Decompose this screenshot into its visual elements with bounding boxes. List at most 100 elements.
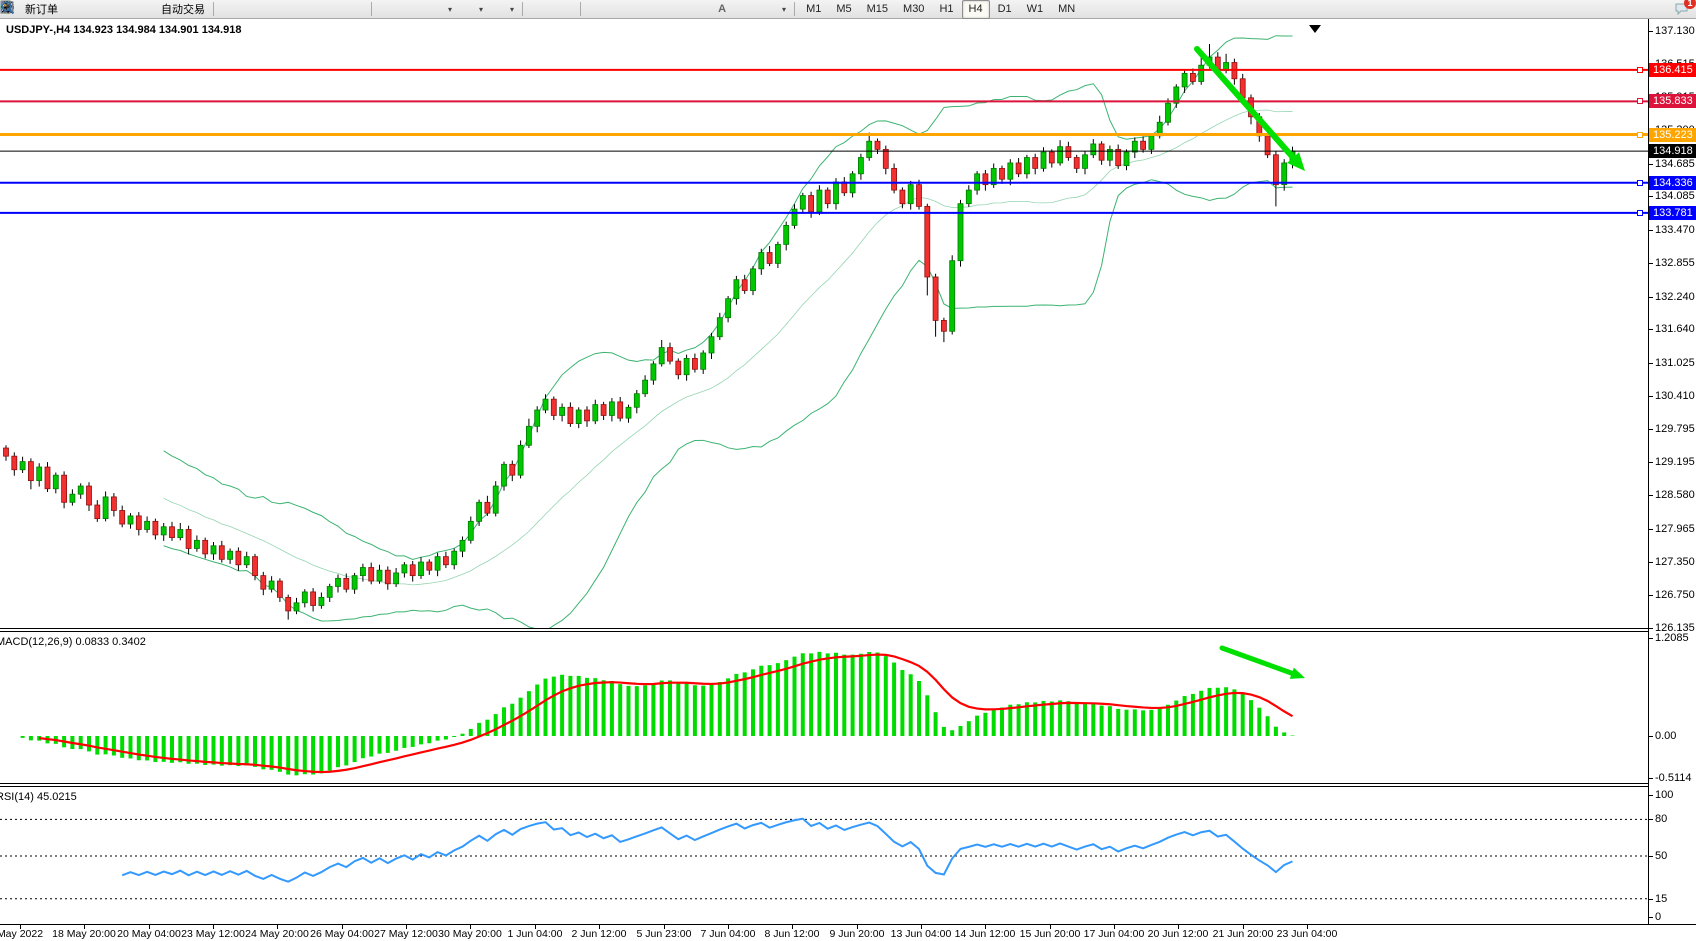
candlestick-chart-button[interactable] [243,0,267,19]
text-tool-button[interactable]: A [710,0,734,19]
candle [518,445,523,475]
bar-chart-button[interactable] [218,0,242,19]
candle [1083,155,1088,169]
hline-anchor[interactable] [1637,67,1643,73]
templates-icon [492,1,508,17]
macd-panel[interactable]: MACD(12,26,9) 0.0833 0.3402 [0,632,1648,783]
axis-tick [1649,736,1653,737]
axis-tick [1649,529,1653,530]
timeframe-m15[interactable]: M15 [860,0,895,19]
candle [410,565,415,576]
dropdown-arrow-icon: ▾ [448,5,452,14]
price-axis[interactable]: 137.130136.515135.915135.300134.685134.0… [1649,19,1696,924]
search-icon[interactable] [1652,1,1668,17]
timeframe-m5[interactable]: M5 [829,0,858,19]
panel-separator[interactable] [0,628,1696,629]
bollinger-bands[interactable] [164,36,1293,628]
zoom-out-button[interactable] [318,0,342,19]
chart-shift-marker-icon[interactable] [1309,25,1321,33]
candle [70,494,75,502]
data-window-button[interactable] [88,0,112,19]
hline-anchor[interactable] [1637,180,1643,186]
candle [1132,141,1137,152]
tile-windows-button[interactable] [343,0,367,19]
candle [203,540,208,554]
hline-anchor[interactable] [1637,210,1643,216]
candle [526,426,531,445]
price-label-136.415[interactable]: 136.415 [1649,63,1696,77]
rsi-chart[interactable] [0,787,1648,924]
timeframe-h4[interactable]: H4 [962,0,990,19]
candle [535,410,540,426]
market-watch-button[interactable] [63,0,87,19]
crosshair-tool-button[interactable] [552,0,576,19]
timeframe-w1[interactable]: W1 [1020,0,1051,19]
hline-anchor[interactable] [1637,98,1643,104]
candle [692,358,697,369]
price-label-135.223[interactable]: 135.223 [1649,128,1696,142]
candle [302,592,307,603]
hline-tool-button[interactable] [610,0,634,19]
candle [87,486,92,505]
arrows-tool-button[interactable]: ▾ [760,0,790,19]
candle [717,318,722,337]
hline-anchor[interactable] [1637,132,1643,138]
candlestick-chart[interactable] [0,19,1648,628]
notifications-icon[interactable]: 1 [1674,1,1690,17]
timeframe-h1[interactable]: H1 [932,0,960,19]
price-label-134.336[interactable]: 134.336 [1649,176,1696,190]
candle [800,196,805,210]
chart-shift-icon [405,1,421,17]
autotrading-label: 自动交易 [161,1,205,17]
channel-tool-button[interactable]: E [660,0,684,19]
periods-button[interactable]: ▾ [457,0,487,19]
timeframe-m30[interactable]: M30 [896,0,931,19]
panel-separator[interactable] [0,783,1696,784]
candle [1199,65,1204,81]
autotrading-button[interactable]: 自动交易 [138,0,209,19]
time-axis[interactable]: May 202218 May 20:0020 May 04:0023 May 1… [0,925,1696,941]
chart-shift-button[interactable] [401,0,425,19]
macd-chart[interactable] [0,632,1648,783]
timeframe-m1[interactable]: M1 [799,0,828,19]
dropdown-arrow-icon: ▾ [479,5,483,14]
trend-arrow-main[interactable] [1197,49,1305,171]
templates-button[interactable]: ▾ [488,0,518,19]
candle [277,581,282,597]
timeframe-d1[interactable]: D1 [991,0,1019,19]
label-tool-button[interactable]: T [735,0,759,19]
axis-tick [1649,329,1653,330]
candle [1182,73,1187,87]
auto-scroll-button[interactable] [376,0,400,19]
trendline-tool-button[interactable] [635,0,659,19]
navigator-button[interactable] [113,0,137,19]
timeframe-mn[interactable]: MN [1051,0,1082,19]
axis-tick-label: 127.965 [1655,523,1695,535]
candle [751,269,756,291]
main-chart-panel[interactable] [0,19,1648,628]
indicators-button[interactable]: ▾ [426,0,456,19]
candle [103,497,108,519]
axis-tick [1649,31,1653,32]
axis-tick-label: 129.795 [1655,423,1695,435]
rsi-panel[interactable]: RSI(14) 45.0215 [0,787,1648,924]
price-label-134.918[interactable]: 134.918 [1649,144,1696,158]
line-chart-icon [272,1,288,17]
candle [327,586,332,597]
candle [311,592,316,606]
price-label-135.833[interactable]: 135.833 [1649,94,1696,108]
zoom-in-button[interactable] [293,0,317,19]
data-window-icon [92,1,108,17]
line-chart-button[interactable] [268,0,292,19]
rsi-label: RSI(14) 45.0215 [0,791,77,803]
candle [402,565,407,573]
rsi-line [122,819,1292,882]
axis-tick [1649,495,1653,496]
fibonacci-tool-button[interactable]: F [685,0,709,19]
trend-arrow-macd[interactable] [1222,648,1305,679]
axis-tick-label: 0.00 [1655,730,1676,742]
candle [1282,163,1287,185]
vline-tool-button[interactable] [585,0,609,19]
cursor-tool-button[interactable] [527,0,551,19]
price-label-133.781[interactable]: 133.781 [1649,206,1696,220]
